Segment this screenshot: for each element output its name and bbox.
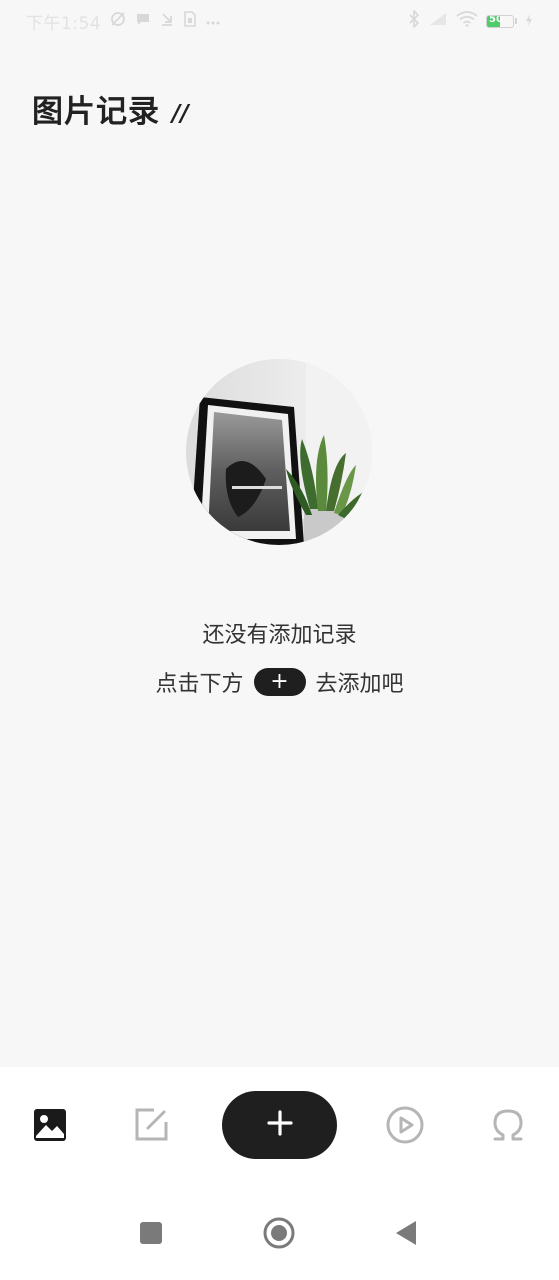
status-time: 下午1:54 (26, 13, 102, 34)
battery-icon: 50 (486, 14, 517, 28)
charging-icon (525, 11, 533, 31)
empty-state-title: 还没有添加记录 (202, 623, 357, 648)
more-dots-icon (205, 11, 221, 31)
hint-add-pill: + (253, 668, 306, 696)
empty-state-illustration (186, 359, 372, 545)
add-record-button[interactable] (222, 1091, 337, 1159)
nav-item-images[interactable] (24, 1101, 76, 1153)
signal-icon (428, 11, 448, 32)
title-mark: // (172, 101, 189, 127)
sync-icon (109, 10, 127, 33)
page-title: 图片记录 // (32, 86, 189, 131)
system-recents-button[interactable] (133, 1217, 169, 1253)
image-icon (33, 1108, 67, 1146)
status-left: 下午1:54 (26, 9, 221, 34)
square-icon (139, 1221, 163, 1249)
battery-level: 50 (489, 14, 503, 25)
hint-text-before: 点击下方 (155, 672, 244, 697)
nav-item-videos[interactable] (379, 1101, 431, 1153)
nav-item-notes[interactable] (125, 1101, 177, 1153)
edit-icon (134, 1108, 168, 1146)
download-icon (159, 11, 175, 32)
system-home-button[interactable] (261, 1217, 297, 1253)
omega-icon (491, 1108, 525, 1146)
system-back-button[interactable] (388, 1217, 424, 1253)
status-bar: 下午1:54 50 (0, 0, 559, 42)
play-circle-icon (386, 1106, 424, 1148)
bluetooth-icon (408, 8, 420, 33)
back-triangle-icon (394, 1220, 418, 1250)
add-icon (266, 1109, 294, 1141)
empty-state-hint: 点击下方 + 去添加吧 (0, 666, 559, 698)
bottom-nav (0, 1067, 559, 1280)
sim-icon (183, 10, 197, 32)
wifi-icon (456, 10, 478, 32)
chat-icon (135, 11, 151, 32)
home-circle-icon (262, 1216, 296, 1254)
nav-item-profile[interactable] (482, 1101, 534, 1153)
hint-text-after: 去添加吧 (315, 672, 404, 697)
status-right: 50 (408, 8, 533, 33)
page-title-text: 图片记录 (32, 94, 160, 130)
